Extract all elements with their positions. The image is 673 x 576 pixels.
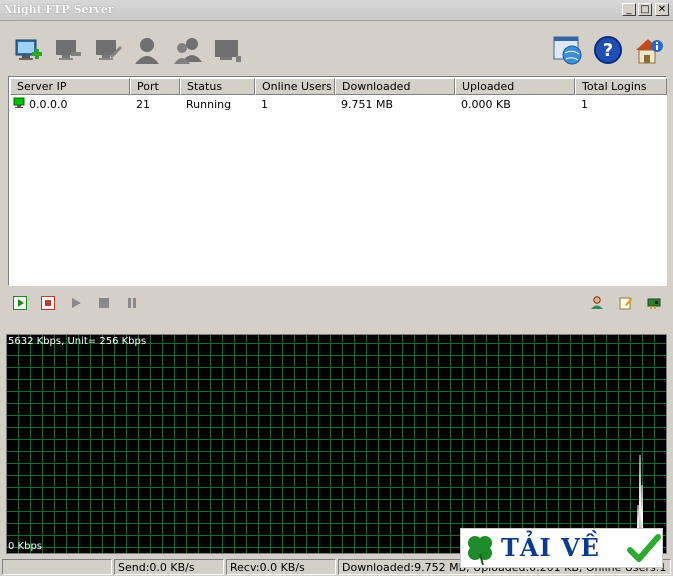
user-icon[interactable] [132, 34, 164, 66]
edit-note-icon[interactable] [619, 296, 633, 310]
column-header-status[interactable]: Status [180, 78, 255, 95]
server-running-icon [13, 97, 25, 108]
column-header-port[interactable]: Port [130, 78, 180, 95]
graph-bottom-label: 0 Kbps [8, 541, 43, 552]
add-server-icon[interactable] [12, 34, 44, 66]
close-button[interactable]: ✕ [655, 3, 669, 16]
server-list[interactable]: Server IP Port Status Online Users Downl… [8, 76, 667, 286]
about-home-icon[interactable] [632, 34, 664, 66]
help-icon[interactable]: ? [592, 34, 624, 66]
minimize-button[interactable]: _ [622, 3, 636, 16]
cell-downloaded: 9.751 MB [341, 98, 394, 111]
cell-uploaded: 0.000 KB [461, 98, 511, 111]
bandwidth-graph: 5632 Kbps, Unit= 256 Kbps 0 Kbps [6, 334, 667, 554]
session-monitor-icon[interactable] [212, 34, 244, 66]
status-panel-empty [2, 559, 112, 575]
cell-port: 21 [136, 98, 150, 111]
graph-top-label: 5632 Kbps, Unit= 256 Kbps [8, 336, 147, 347]
cell-server-ip: 0.0.0.0 [29, 98, 68, 111]
web-browser-icon[interactable] [552, 34, 584, 66]
column-header-downloaded[interactable]: Downloaded [335, 78, 455, 95]
pause-icon[interactable] [125, 296, 139, 310]
user-group-icon[interactable] [172, 34, 204, 66]
stop-icon[interactable] [97, 296, 111, 310]
column-header-server-ip[interactable]: Server IP [10, 78, 130, 95]
column-header-online-users[interactable]: Online Users [255, 78, 335, 95]
window-title: Xlight FTP Server [4, 3, 114, 16]
cell-online-users: 1 [261, 98, 268, 111]
play-icon[interactable] [69, 296, 83, 310]
online-users-icon[interactable] [590, 296, 604, 310]
maximize-button[interactable]: □ [638, 3, 652, 16]
column-header-total-logins[interactable]: Total Logins [575, 78, 667, 95]
column-header-uploaded[interactable]: Uploaded [455, 78, 575, 95]
checkmark-icon [627, 534, 661, 562]
start-server-icon[interactable] [13, 296, 27, 310]
cell-status: Running [186, 98, 232, 111]
watermark-logo: TẢI VỀ [460, 528, 663, 568]
status-recv-rate: Recv:0.0 KB/s [226, 559, 336, 575]
status-send-rate: Send:0.0 KB/s [114, 559, 224, 575]
cell-total-logins: 1 [581, 98, 588, 111]
clover-icon [468, 536, 492, 566]
edit-server-icon[interactable] [92, 34, 124, 66]
stop-server-icon[interactable] [41, 296, 55, 310]
svg-text:?: ? [603, 40, 613, 61]
logo-text: TẢI VỀ [501, 533, 600, 562]
title-bar: Xlight FTP Server _ □ ✕ [0, 0, 673, 21]
network-card-icon[interactable] [647, 296, 661, 310]
remove-server-icon[interactable] [52, 34, 84, 66]
